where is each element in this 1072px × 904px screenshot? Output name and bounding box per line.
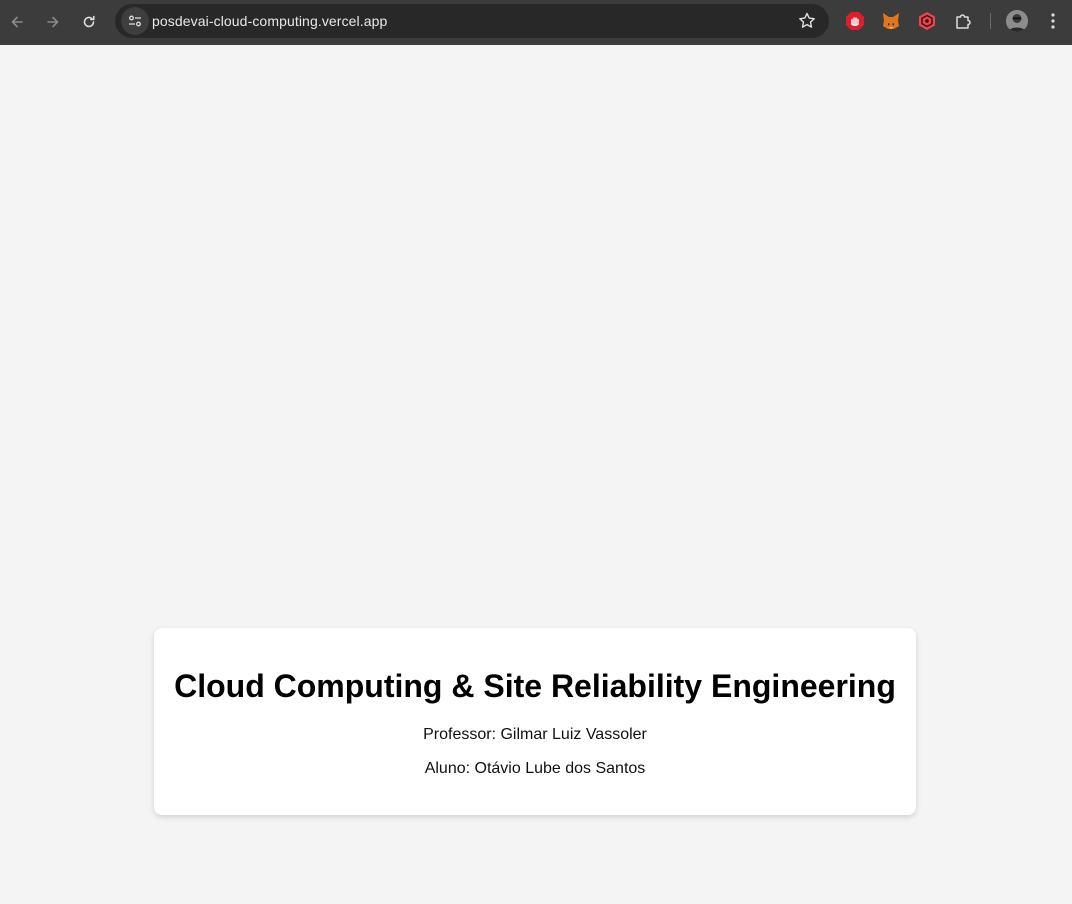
profile-avatar[interactable] (1006, 10, 1028, 32)
extensions-button[interactable] (951, 9, 975, 33)
course-info-card: Cloud Computing & Site Reliability Engin… (154, 628, 916, 815)
adblock-extension-button[interactable] (843, 9, 867, 33)
adblock-extension-icon (846, 12, 864, 30)
menu-kebab-icon[interactable] (1043, 11, 1063, 31)
forward-icon (47, 16, 59, 28)
security-extension-icon (919, 12, 935, 30)
site-settings-button[interactable] (121, 7, 149, 35)
professor-text: Professor: Gilmar Luiz Vassoler (423, 726, 647, 743)
page-title: Cloud Computing & Site Reliability Engin… (174, 668, 896, 704)
avatar-image (1006, 10, 1028, 32)
url-text[interactable]: posdevai-cloud-computing.vercel.app (152, 13, 387, 29)
reload-button[interactable] (75, 8, 103, 36)
address-bar[interactable]: posdevai-cloud-computing.vercel.app (115, 4, 829, 38)
metamask-extension-button[interactable] (879, 9, 903, 33)
security-extension-button[interactable] (915, 9, 939, 33)
browser-toolbar: posdevai-cloud-computing.vercel.app (0, 0, 1072, 45)
student-text: Aluno: Otávio Lube dos Santos (424, 760, 646, 777)
forward-button[interactable] (39, 8, 67, 36)
site-settings-icon (129, 15, 141, 27)
back-icon (11, 16, 23, 28)
back-button[interactable] (3, 8, 31, 36)
extensions-puzzle-icon (956, 14, 971, 29)
bookmark-star-icon[interactable] (797, 11, 817, 31)
reload-icon (83, 15, 95, 28)
metamask-extension-icon (883, 13, 899, 29)
toolbar-divider (990, 13, 991, 29)
